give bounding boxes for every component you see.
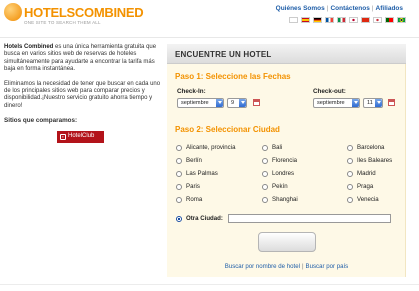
france-flag-icon[interactable]: [325, 17, 334, 23]
brazil-flag-icon[interactable]: [397, 17, 406, 23]
other-city-label: Otra Ciudad:: [186, 215, 223, 222]
checkin-label: Check-In:: [177, 88, 206, 95]
city-radio[interactable]: Florencia: [262, 157, 297, 164]
hotelclub-label: HotelClub: [68, 132, 95, 139]
step-2-heading: Paso 2: Seleccionar Ciudad: [175, 125, 280, 134]
language-flags: [289, 17, 406, 23]
germany-flag-icon[interactable]: [313, 17, 322, 23]
city-radio[interactable]: Iles Baleares: [347, 157, 392, 164]
search-links: Buscar por nombre de hotel | Buscar por pa…: [224, 263, 349, 270]
globe-icon: [4, 3, 22, 21]
intro-column: Hotels Combined es una única herramienta…: [4, 44, 162, 143]
hotelscombined-logo[interactable]: HOTELSCOMBINED ONE SITE TO SEARCH THEM A…: [4, 3, 144, 35]
footer-divider: [0, 284, 419, 285]
search-button[interactable]: [258, 232, 316, 252]
other-city-input[interactable]: [228, 214, 391, 223]
italy-flag-icon[interactable]: [337, 17, 346, 23]
uk-flag-icon[interactable]: [289, 17, 298, 23]
intro-paragraph-1: Hotels Combined es una única herramienta…: [4, 44, 157, 73]
about-link[interactable]: Quiénes Somos: [276, 5, 325, 12]
panel-title: ENCUENTRE UN HOTEL: [167, 44, 406, 64]
city-radio[interactable]: Roma: [176, 196, 202, 203]
japan-flag-icon[interactable]: [349, 17, 358, 23]
affiliates-link[interactable]: Afiliados: [376, 5, 403, 12]
city-radio[interactable]: Venecia: [347, 196, 379, 203]
contact-link[interactable]: Contáctenos: [330, 5, 369, 12]
checkout-calendar-icon[interactable]: [388, 99, 395, 106]
china-flag-icon[interactable]: [361, 17, 370, 23]
city-radio[interactable]: Berlín: [176, 157, 202, 164]
checkout-month-select[interactable]: septiembre: [313, 98, 360, 108]
checkin-day-select[interactable]: 9: [227, 98, 247, 108]
city-radio[interactable]: Madrid: [347, 170, 376, 177]
compare-sites-title: Sitios que comparamos:: [4, 117, 78, 125]
header-divider: [0, 37, 419, 38]
portugal-flag-icon[interactable]: [385, 17, 394, 23]
city-radio[interactable]: Paris: [176, 183, 200, 190]
checkin-month-select[interactable]: septiembre: [177, 98, 224, 108]
city-radio[interactable]: Pekín: [262, 183, 288, 190]
korea-flag-icon[interactable]: [373, 17, 382, 23]
logo-tagline: ONE SITE TO SEARCH THEM ALL: [24, 20, 101, 25]
city-radio[interactable]: Shanghai: [262, 196, 298, 203]
hotel-icon: ▪: [60, 133, 66, 140]
city-radio[interactable]: Praga: [347, 183, 373, 190]
hotel-search-panel: ENCUENTRE UN HOTEL Paso 1: Seleccione la…: [167, 44, 406, 277]
step-1-heading: Paso 1: Seleccione las Fechas: [175, 72, 291, 81]
checkout-day-select[interactable]: 11: [363, 98, 383, 108]
city-radio[interactable]: Alicante, provincia: [176, 144, 235, 151]
city-radio[interactable]: Las Palmas: [176, 170, 218, 177]
search-by-hotel-name-link[interactable]: Buscar por nombre de hotel: [225, 263, 300, 270]
checkout-label: Check-out:: [313, 88, 346, 95]
city-radio[interactable]: Londres: [262, 170, 294, 177]
spain-flag-icon[interactable]: [301, 17, 310, 23]
top-links: Quiénes Somos | Contáctenos | Afiliados: [275, 5, 403, 12]
other-city-radio[interactable]: Otra Ciudad:: [176, 215, 223, 222]
city-radio[interactable]: Bali: [262, 144, 282, 151]
checkin-calendar-icon[interactable]: [253, 99, 260, 106]
search-by-country-link[interactable]: Buscar por país: [306, 263, 349, 270]
logo-text: HOTELSCOMBINED: [24, 5, 144, 20]
hotelclub-logo[interactable]: ▪ HotelClub: [57, 130, 104, 143]
city-radio[interactable]: Barcelona: [347, 144, 384, 151]
intro-paragraph-2: Eliminamos la necesidad de tener que bus…: [4, 80, 161, 109]
